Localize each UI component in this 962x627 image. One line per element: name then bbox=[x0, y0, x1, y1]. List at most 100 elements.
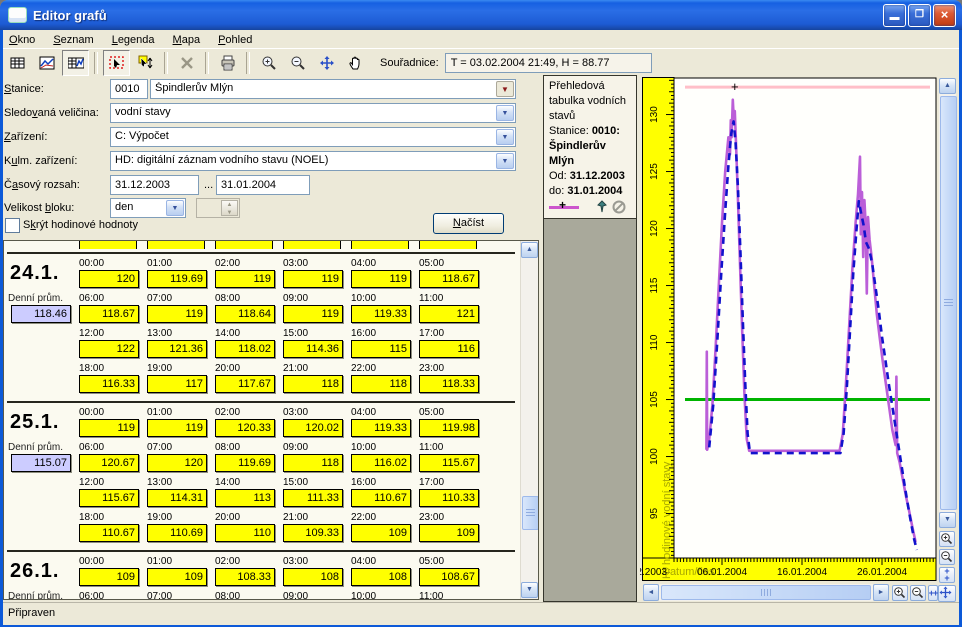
date-to-input[interactable]: 31.01.2004 bbox=[216, 175, 310, 195]
hour-value-cell[interactable]: 118.33 bbox=[419, 375, 479, 393]
hour-value-cell[interactable]: 119.98 bbox=[419, 419, 479, 437]
menu-pohled[interactable]: Pohled bbox=[218, 34, 252, 46]
select-mode-button[interactable] bbox=[103, 50, 130, 76]
hour-value-cell[interactable]: 110.69 bbox=[147, 524, 207, 542]
hour-value-cell[interactable]: 119 bbox=[283, 305, 343, 323]
minimize-button[interactable]: ▬ bbox=[883, 4, 906, 27]
hour-value-cell[interactable]: 118.67 bbox=[79, 305, 139, 323]
hour-value-cell[interactable]: 110.67 bbox=[79, 524, 139, 542]
hour-value-cell[interactable]: 115 bbox=[351, 340, 411, 358]
kulm-device-combo[interactable]: HD: digitální záznam vodního stavu (NOEL… bbox=[110, 151, 516, 171]
hour-value-cell[interactable]: 119.69 bbox=[147, 270, 207, 288]
hour-value-cell[interactable]: 109 bbox=[147, 568, 207, 586]
move-point-mode-button[interactable] bbox=[132, 50, 159, 76]
hour-value-cell[interactable]: 122 bbox=[79, 340, 139, 358]
hour-value-cell[interactable]: 114.31 bbox=[147, 489, 207, 507]
print-button[interactable] bbox=[214, 50, 241, 76]
scroll-down-icon[interactable]: ▼ bbox=[521, 582, 538, 598]
quantity-combo[interactable]: vodní stavy ▼ bbox=[110, 103, 516, 123]
graph-vertical-scrollbar[interactable] bbox=[939, 94, 956, 512]
hour-value-cell[interactable]: 119 bbox=[283, 270, 343, 288]
zoom-out-button[interactable] bbox=[284, 50, 311, 76]
hour-value-cell[interactable]: 111.33 bbox=[283, 489, 343, 507]
hour-value-cell[interactable]: 110.33 bbox=[419, 489, 479, 507]
spinner-arrows-icon[interactable]: ▲▼ bbox=[221, 200, 238, 216]
graph-scroll-right-icon[interactable]: ► bbox=[873, 584, 889, 601]
hour-value-cell[interactable]: 116.02 bbox=[351, 454, 411, 472]
hour-value-cell[interactable]: 120.67 bbox=[79, 454, 139, 472]
hour-value-cell[interactable]: 118 bbox=[283, 454, 343, 472]
hide-hours-checkbox[interactable] bbox=[5, 218, 20, 233]
chevron-down-icon[interactable]: ▼ bbox=[496, 105, 514, 121]
hour-value-cell[interactable]: 119 bbox=[147, 419, 207, 437]
hour-value-cell[interactable]: 117.67 bbox=[215, 375, 275, 393]
hour-value-cell[interactable]: 108 bbox=[351, 568, 411, 586]
hour-value-cell[interactable]: 118.02 bbox=[215, 340, 275, 358]
table-vertical-scrollbar[interactable]: ▲ ▼ bbox=[520, 241, 538, 599]
graph-zoom-out-y-button[interactable] bbox=[939, 549, 955, 565]
hour-value-cell[interactable]: 119.33 bbox=[351, 419, 411, 437]
scroll-up-icon[interactable]: ▲ bbox=[521, 242, 538, 258]
hour-value-cell[interactable]: 115.67 bbox=[79, 489, 139, 507]
graph-zoom-out-x-button[interactable] bbox=[910, 585, 926, 601]
table-chart-view-button[interactable] bbox=[62, 50, 89, 76]
load-button[interactable]: Načíst bbox=[433, 213, 504, 234]
hour-value-cell[interactable]: 120.02 bbox=[283, 419, 343, 437]
graph-expand-x-button[interactable]: ++ bbox=[928, 585, 938, 601]
hour-value-cell[interactable]: 121.36 bbox=[147, 340, 207, 358]
hand-tool-button[interactable] bbox=[342, 50, 369, 76]
hour-value-cell[interactable]: 118.64 bbox=[215, 305, 275, 323]
hour-value-cell[interactable]: 109 bbox=[79, 568, 139, 586]
graph-zoom-in-x-button[interactable] bbox=[892, 585, 908, 601]
block-count-spinner[interactable]: ▲▼ bbox=[196, 198, 240, 218]
graph-horizontal-scrollbar[interactable] bbox=[659, 584, 873, 601]
date-from-input[interactable]: 31.12.2003 bbox=[110, 175, 199, 195]
station-dropdown-icon[interactable]: ▼ bbox=[496, 81, 514, 97]
menu-seznam[interactable]: Seznam bbox=[53, 34, 93, 46]
hour-value-cell[interactable]: 113 bbox=[215, 489, 275, 507]
hour-value-cell[interactable]: 109.33 bbox=[283, 524, 343, 542]
station-name-combo[interactable]: Špindlerův Mlýn ▼ bbox=[150, 79, 516, 99]
pan-mode-button[interactable] bbox=[313, 50, 340, 76]
menu-mapa[interactable]: Mapa bbox=[173, 34, 201, 46]
graph-hscroll-thumb[interactable] bbox=[661, 585, 871, 600]
graph-vscroll-thumb[interactable] bbox=[940, 96, 957, 510]
hour-value-cell[interactable]: 119.69 bbox=[215, 454, 275, 472]
hour-value-cell[interactable]: 118 bbox=[351, 375, 411, 393]
hour-value-cell[interactable]: 116 bbox=[419, 340, 479, 358]
hour-value-cell[interactable]: 120 bbox=[147, 454, 207, 472]
hour-value-cell[interactable]: 117 bbox=[147, 375, 207, 393]
chart-canvas[interactable]: H: hodinové vodní stavyDatum/čas95100105… bbox=[640, 75, 958, 608]
maximize-button[interactable]: ❒ bbox=[908, 4, 931, 27]
graph-scroll-down-icon[interactable]: ▼ bbox=[939, 512, 956, 528]
hour-value-cell[interactable]: 109 bbox=[351, 524, 411, 542]
hour-value-cell[interactable]: 121 bbox=[419, 305, 479, 323]
hour-value-cell[interactable]: 116.33 bbox=[79, 375, 139, 393]
table-view-button[interactable] bbox=[4, 50, 31, 76]
hour-value-cell[interactable]: 119 bbox=[215, 270, 275, 288]
chart-view-button[interactable] bbox=[33, 50, 60, 76]
device-combo[interactable]: C: Výpočet ▼ bbox=[110, 127, 516, 147]
graph-scroll-up-icon[interactable]: ▲ bbox=[939, 78, 956, 94]
graph-expand-y-button[interactable]: ++ bbox=[939, 567, 955, 583]
pin-icon[interactable] bbox=[593, 200, 611, 214]
no-entry-icon[interactable] bbox=[611, 200, 627, 214]
hour-value-cell[interactable]: 119 bbox=[351, 270, 411, 288]
table-scroll-thumb[interactable] bbox=[522, 496, 539, 530]
hour-value-cell[interactable]: 109 bbox=[419, 524, 479, 542]
hour-value-cell[interactable]: 114.36 bbox=[283, 340, 343, 358]
hour-value-cell[interactable]: 120 bbox=[79, 270, 139, 288]
graph-scroll-left-icon[interactable]: ◄ bbox=[643, 584, 659, 601]
hour-value-cell[interactable]: 108.33 bbox=[215, 568, 275, 586]
hour-value-cell[interactable]: 119 bbox=[147, 305, 207, 323]
hour-value-cell[interactable]: 108 bbox=[283, 568, 343, 586]
chevron-down-icon[interactable]: ▼ bbox=[496, 153, 514, 169]
hour-value-cell[interactable]: 118.67 bbox=[419, 270, 479, 288]
close-button[interactable]: × bbox=[933, 4, 956, 27]
hour-value-cell[interactable]: 110 bbox=[215, 524, 275, 542]
zoom-in-button[interactable] bbox=[255, 50, 282, 76]
hour-value-cell[interactable]: 110.67 bbox=[351, 489, 411, 507]
chevron-down-icon[interactable]: ▼ bbox=[166, 200, 184, 216]
station-code-input[interactable]: 0010 bbox=[110, 79, 148, 99]
hour-value-cell[interactable]: 115.67 bbox=[419, 454, 479, 472]
